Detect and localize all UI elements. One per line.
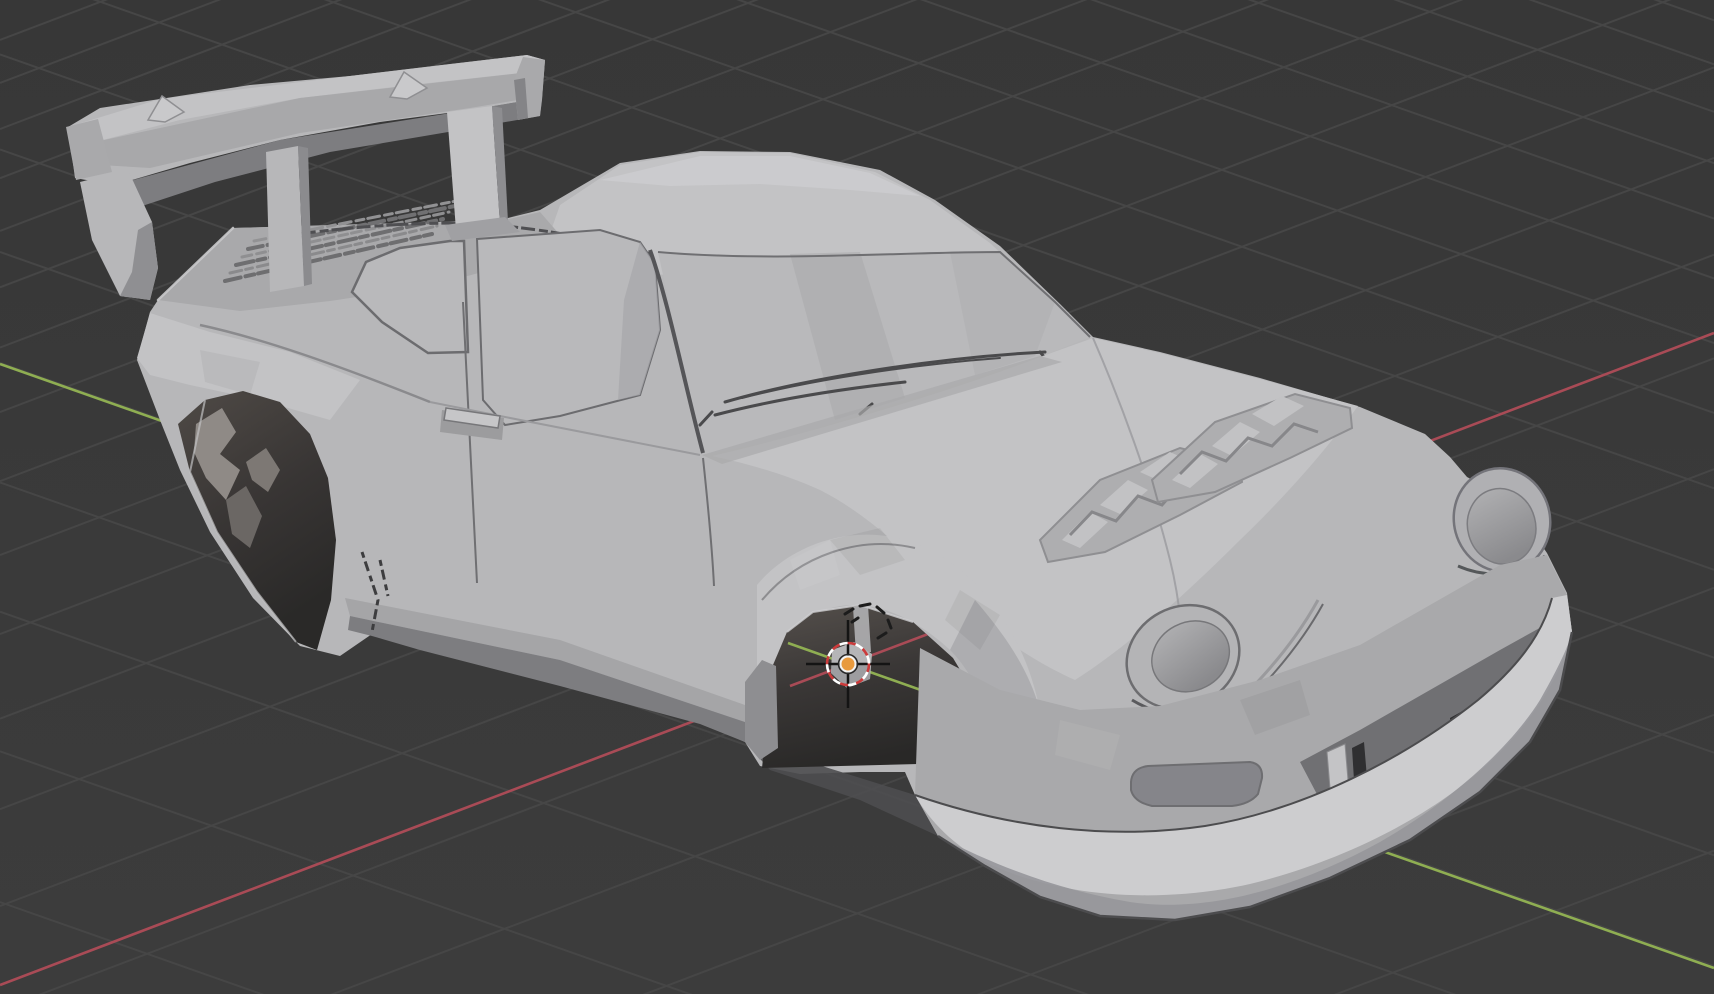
3d-viewport[interactable] <box>0 0 1714 994</box>
viewport-canvas[interactable] <box>0 0 1714 994</box>
cursor-center-dot <box>841 657 856 672</box>
wing-pylon-left <box>266 146 304 292</box>
turn-signal-pocket <box>1131 762 1262 806</box>
wing-pylon-right <box>447 106 500 230</box>
